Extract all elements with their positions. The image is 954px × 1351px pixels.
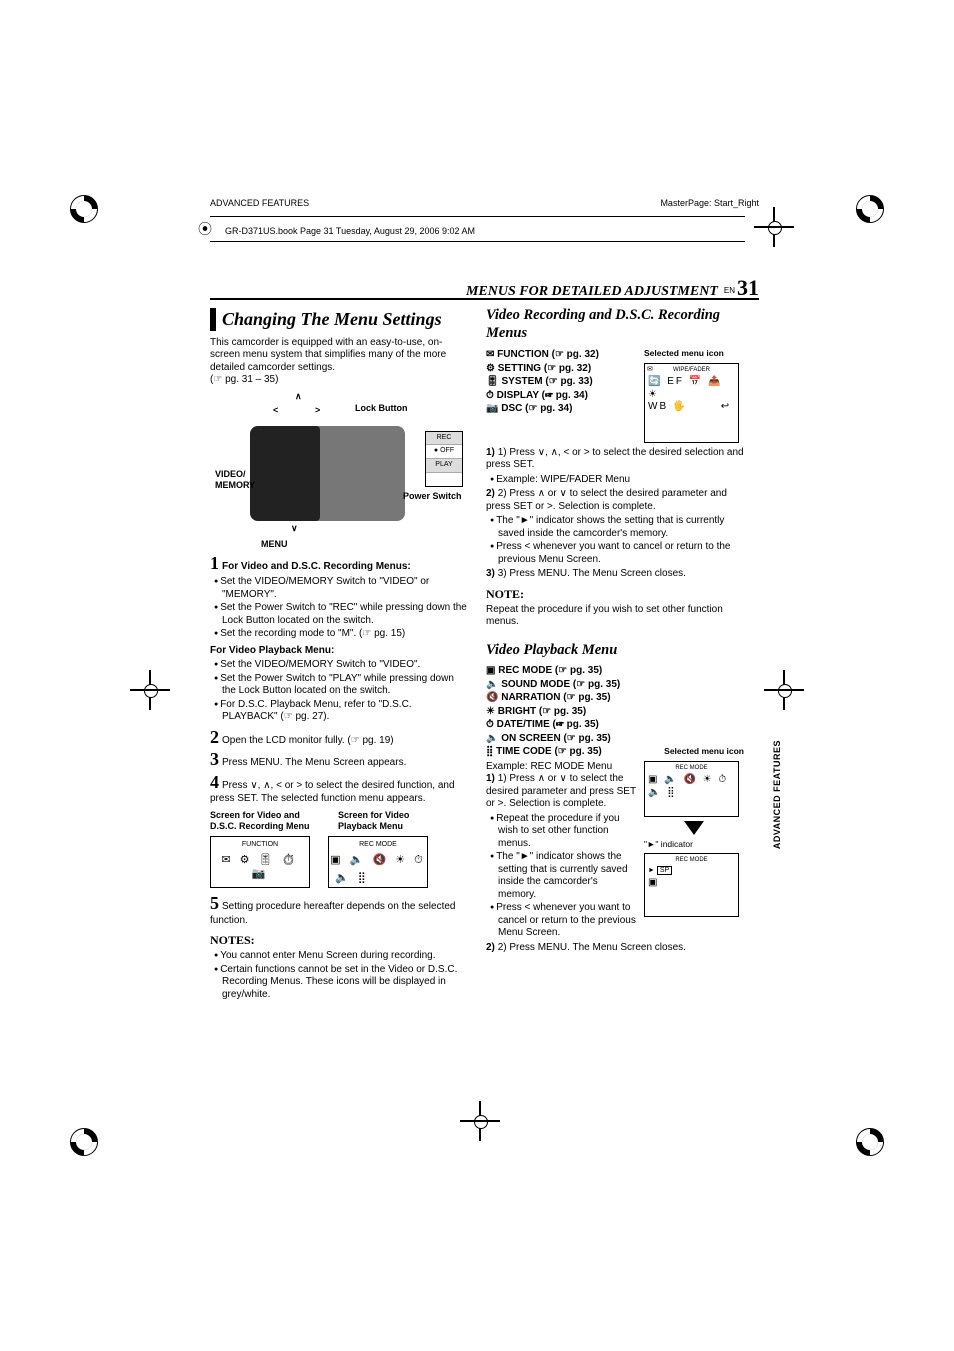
pm-recmode: ▣ REC MODE (☞ pg. 35) <box>486 665 744 678</box>
example2: Example: REC MODE Menu <box>486 761 636 774</box>
vpm-list: Set the VIDEO/MEMORY Switch to "VIDEO". … <box>210 659 468 724</box>
crop-mark <box>460 1101 500 1141</box>
notes-heading: NOTES: <box>210 933 468 948</box>
step-r1-ex: Example: WIPE/FADER Menu <box>498 474 744 487</box>
menu-box-function: FUNCTION ✉ ⚙ 🎚 ⏱ 📷 <box>210 836 310 888</box>
pm-bright: ☀ BRIGHT (☞ pg. 35) <box>486 706 744 719</box>
lang-code: EN <box>724 286 735 295</box>
selected-icon-label: Selected menu icon <box>644 348 744 359</box>
crop-mark <box>130 670 170 710</box>
step2: Open the LCD monitor fully. (☞ pg. 19) <box>222 735 394 746</box>
notes-list: You cannot enter Menu Screen during reco… <box>210 950 468 1001</box>
camcorder-illustration: ∧ < > ∨ Lock Button Power Switch VIDEO/ … <box>215 391 463 546</box>
header-right: MasterPage: Start_Right <box>660 198 759 208</box>
step-r2: 2) 2) Press ∧ or ∨ to select the desired… <box>486 488 744 513</box>
side-tab-label: ADVANCED FEATURES <box>772 740 782 849</box>
registration-mark <box>856 1128 884 1156</box>
registration-mark <box>70 1128 98 1156</box>
menu-function: ✉ FUNCTION (☞ pg. 32) <box>486 349 634 362</box>
pm-narration: 🔇 NARRATION (☞ pg. 35) <box>486 692 744 705</box>
step4: Press ∨, ∧, < or > to select the desired… <box>210 780 455 805</box>
note-heading: NOTE: <box>486 587 744 602</box>
selected-icon-label-2: Selected menu icon <box>664 746 744 759</box>
indicator-label: "►" indicator <box>644 839 744 850</box>
step-r3: 3) 3) Press MENU. The Menu Screen closes… <box>486 568 744 581</box>
menu-dsc: 📷 DSC (☞ pg. 34) <box>486 403 634 416</box>
crop-mark <box>754 207 794 247</box>
header-left: ADVANCED FEATURES <box>210 198 309 208</box>
heading-video-playback: Video Playback Menu <box>486 641 744 659</box>
menu-display: ⏱ DISPLAY (☞ pg. 34) <box>486 390 634 403</box>
book-info: GR-D371US.book Page 31 Tuesday, August 2… <box>225 226 475 236</box>
intro-text: This camcorder is equipped with an easy-… <box>210 337 468 375</box>
p-step1: 1) 1) Press ∧ or ∨ to select the desired… <box>486 773 636 811</box>
step-r2-list: The "►" indicator shows the setting that… <box>486 515 744 566</box>
heading-video-rec: Video Recording and D.S.C. Recording Men… <box>486 306 744 342</box>
step1-list: Set the VIDEO/MEMORY Switch to "VIDEO" o… <box>210 576 468 641</box>
screen-label-right: Screen for Video Playback Menu <box>338 810 448 833</box>
recmode-box-2: REC MODE ► SP ▣ <box>644 853 739 917</box>
registration-mark <box>856 195 884 223</box>
pm-timecode: ⣿ TIME CODE (☞ pg. 35) <box>486 746 602 759</box>
menu-box-recmode: REC MODE ▣ 🔈 🔇 ☀ ⏱ 🔈 ⣿ <box>328 836 428 888</box>
pm-sound: 🔈 SOUND MODE (☞ pg. 35) <box>486 679 744 692</box>
vpm-heading: For Video Playback Menu: <box>210 645 468 658</box>
pm-datetime: ⏱ DATE/TIME (☞ pg. 35) <box>486 719 744 732</box>
registration-mark <box>70 195 98 223</box>
wipe-fader-box: ✉ WIPE/FADER 🔄 EF 📅 📤 ☀ WB 🖐 ↩ <box>644 363 739 443</box>
bookmark-icon: ⦿ <box>198 219 212 239</box>
recmode-box-1: REC MODE ▣ 🔈 🔇 ☀ ⏱ 🔈 ⣿ <box>644 761 739 817</box>
step1-heading: For Video and D.S.C. Recording Menus: <box>222 561 411 572</box>
intro-ref: (☞ pg. 31 – 35) <box>210 374 468 387</box>
crop-mark <box>764 670 804 710</box>
menu-system: 🎚 SYSTEM (☞ pg. 33) <box>486 376 634 389</box>
section-rule <box>210 298 759 300</box>
heading-changing-menu: Changing The Menu Settings <box>210 308 468 331</box>
p-step2: 2) 2) Press MENU. The Menu Screen closes… <box>486 942 744 955</box>
note-text: Repeat the procedure if you wish to set … <box>486 604 744 629</box>
step5: Setting procedure hereafter depends on t… <box>210 901 456 926</box>
menu-setting: ⚙ SETTING (☞ pg. 32) <box>486 363 634 376</box>
pm-onscreen: 🔈 ON SCREEN (☞ pg. 35) <box>486 733 744 746</box>
p-step1-list: Repeat the procedure if you wish to set … <box>486 813 636 940</box>
step-r1: 1) 1) Press ∨, ∧, < or > to select the d… <box>486 447 744 472</box>
down-arrow-icon <box>684 821 704 835</box>
step3: Press MENU. The Menu Screen appears. <box>222 757 406 768</box>
screen-label-left: Screen for Video and D.S.C. Recording Me… <box>210 810 320 833</box>
